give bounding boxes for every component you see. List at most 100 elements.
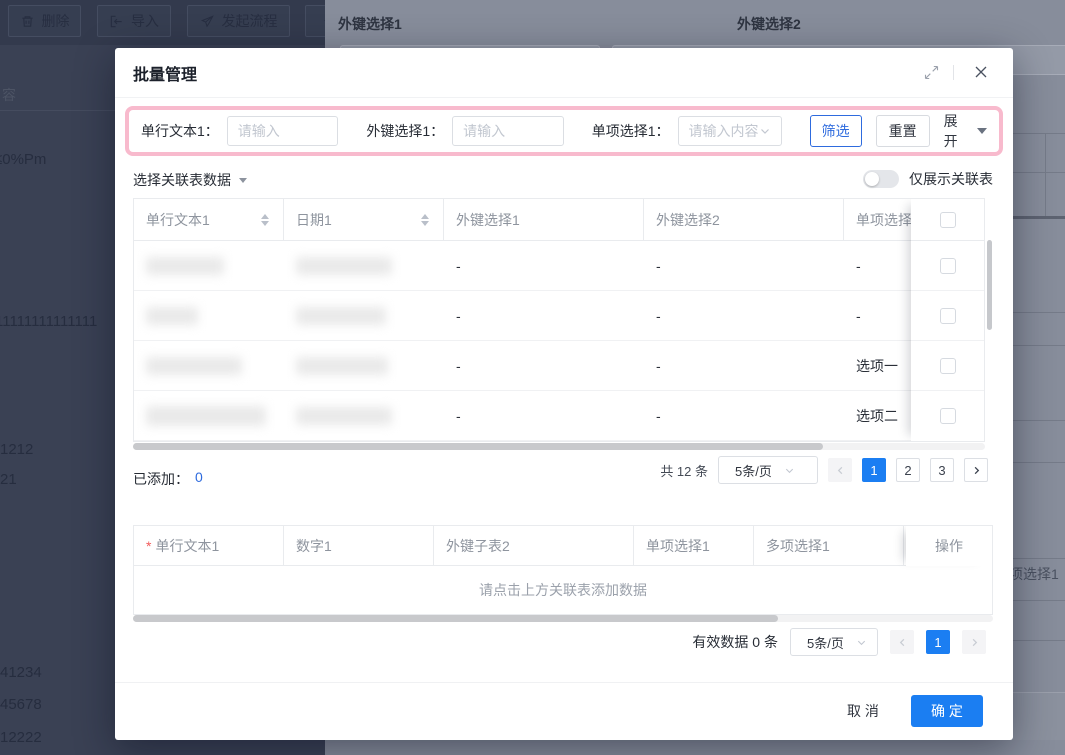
cell-date1 [284, 291, 444, 340]
redacted-blob [146, 307, 198, 325]
filter-select-single1[interactable]: 请输入内容 [678, 116, 782, 146]
column-header-number1: 数字1 [284, 526, 434, 565]
cell-fk1: - [444, 291, 644, 340]
confirm-button[interactable]: 确 定 [911, 695, 983, 727]
background-cell-value: 12222 [0, 729, 42, 746]
relation-table-select[interactable]: 选择关联表数据 [133, 170, 247, 190]
empty-table-hint: 请点击上方关联表添加数据 [134, 566, 992, 614]
redacted-blob [296, 407, 392, 425]
page-button-1[interactable]: 1 [862, 458, 886, 482]
row-checkbox[interactable] [940, 358, 956, 374]
sort-icon[interactable] [421, 214, 429, 226]
filter-input-text1-placeholder: 请输入 [238, 121, 280, 141]
dialog-title: 批量管理 [133, 61, 197, 85]
background-field-label-fk2: 外键选择2 [737, 14, 801, 34]
column-header-label: 外键选择1 [456, 210, 520, 230]
background-cell-value: 21 [0, 471, 17, 488]
header-bottom-border [115, 97, 1013, 98]
valid-data-count-text: 有效数据 0 条 [692, 632, 778, 652]
cell-fk2: - [644, 341, 844, 390]
row-checkbox-cell [911, 391, 984, 441]
cancel-button[interactable]: 取 消 [828, 695, 898, 727]
cell-text1 [134, 241, 284, 290]
chevron-down-icon [856, 637, 867, 648]
cell-date1 [284, 391, 444, 440]
maximize-icon[interactable] [921, 62, 941, 82]
column-header-label: 外键子表2 [446, 536, 510, 556]
cell-fk2: - [644, 391, 844, 440]
next-page-button[interactable] [962, 630, 986, 654]
filter-label-text1: 单行文本1： [141, 121, 219, 141]
background-cell-value: 11111111111111 [0, 313, 97, 330]
relation-table-select-label: 选择关联表数据 [133, 170, 231, 190]
close-icon[interactable] [971, 62, 991, 82]
relation-toggle-group: 仅展示关联表 [863, 169, 993, 189]
filter-input-text1[interactable]: 请输入 [227, 116, 339, 146]
page-button-2[interactable]: 2 [896, 458, 920, 482]
next-page-button[interactable] [964, 458, 988, 482]
page-button-1[interactable]: 1 [926, 630, 950, 654]
delete-button: 删除 [8, 5, 81, 37]
batch-manage-dialog: 批量管理 单行文本1： 请输入 外键选择1： 请输入 单项选择1： 请输入内容 … [115, 48, 1013, 740]
import-button: 导入 [97, 5, 171, 37]
table-row: - - 选项二 [134, 391, 984, 441]
row-checkbox-cell [911, 291, 984, 341]
redacted-blob [146, 257, 224, 275]
column-header-label: 单行文本1 [146, 210, 210, 230]
expand-toggle[interactable]: 展开 [944, 111, 987, 151]
row-checkbox-cell [911, 241, 984, 291]
send-icon [200, 14, 215, 29]
only-relation-toggle[interactable] [863, 170, 899, 188]
expand-toggle-label: 展开 [944, 111, 970, 151]
background-cell-value: 45678 [0, 696, 42, 713]
table-header-row: * 单行文本1 数字1 外键子表2 单项选择1 多项选择1 [134, 526, 992, 566]
chevron-down-icon [759, 125, 771, 137]
cell-fk1: - [444, 391, 644, 440]
caret-down-icon [977, 128, 987, 134]
page-button-3[interactable]: 3 [930, 458, 954, 482]
row-checkbox[interactable] [940, 308, 956, 324]
redacted-blob [296, 257, 392, 275]
horizontal-scrollbar-thumb[interactable] [133, 443, 823, 450]
added-count-label: 已添加： [133, 469, 189, 489]
reset-button[interactable]: 重置 [876, 115, 930, 147]
background-cell-text: 项选择1 [1009, 564, 1059, 584]
cell-date1 [284, 241, 444, 290]
footer-divider [115, 682, 1013, 683]
column-header-label: 日期1 [296, 210, 332, 230]
row-checkbox[interactable] [940, 258, 956, 274]
sort-icon[interactable] [261, 214, 269, 226]
prev-page-button[interactable] [890, 630, 914, 654]
table-row: - - - [134, 241, 984, 291]
background-field-label-fk1: 外键选择1 [338, 14, 402, 34]
filter-label-single1: 单项选择1： [592, 121, 670, 141]
filter-input-fk1[interactable]: 请输入 [452, 116, 564, 146]
cell-fk1: - [444, 241, 644, 290]
trash-icon [20, 14, 35, 29]
filter-select-single1-placeholder: 请输入内容 [689, 121, 759, 141]
column-header-date1: 日期1 [284, 199, 444, 240]
row-checkbox-cell [911, 341, 984, 391]
start-flow-button-label: 发起流程 [222, 11, 278, 31]
column-header-actions: 操作 [906, 526, 992, 566]
row-checkbox[interactable] [940, 408, 956, 424]
pagination-bottom: 有效数据 0 条 5条/页 1 [692, 628, 986, 656]
prev-page-button[interactable] [828, 458, 852, 482]
select-all-checkbox[interactable] [940, 212, 956, 228]
column-header-label: 单项选择1 [646, 536, 710, 556]
redacted-blob [296, 357, 388, 375]
horizontal-scrollbar-thumb[interactable] [133, 615, 778, 622]
selected-data-table: * 单行文本1 数字1 外键子表2 单项选择1 多项选择1 操作 请点击上方关联… [133, 525, 993, 615]
background-column-header-partial: 容 [2, 85, 16, 105]
filter-button[interactable]: 筛选 [810, 115, 862, 147]
page-size-select[interactable]: 5条/页 [718, 456, 818, 484]
import-button-label: 导入 [131, 11, 159, 31]
table-row: - - 选项一 [134, 341, 984, 391]
vertical-scrollbar[interactable] [987, 240, 992, 330]
header-checkbox-cell [911, 199, 984, 241]
background-column-line [1045, 133, 1046, 216]
added-count: 已添加： 0 [133, 469, 203, 489]
start-flow-button: 发起流程 [187, 5, 290, 37]
chevron-down-icon [784, 465, 795, 476]
page-size-select[interactable]: 5条/页 [790, 628, 878, 656]
